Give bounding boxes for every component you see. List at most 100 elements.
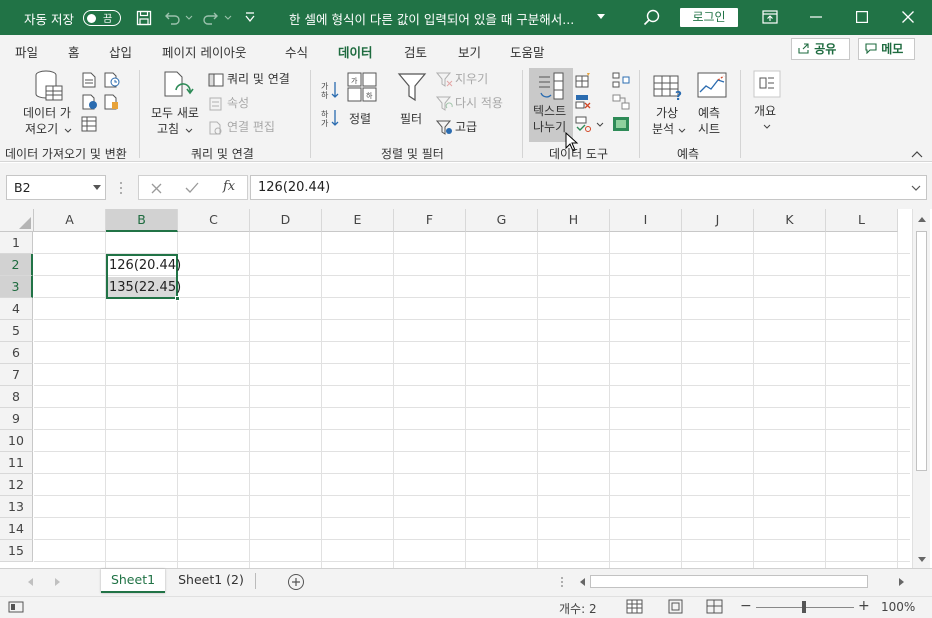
sheet-tab-sheet1[interactable]: Sheet1 <box>101 569 165 593</box>
row-header-3[interactable]: 3 <box>0 276 33 298</box>
what-if-analysis-button[interactable]: ? 가상 분석 <box>648 70 690 140</box>
tab-data[interactable]: 데이터 <box>338 42 373 67</box>
page-break-view-icon[interactable] <box>706 599 724 615</box>
cancel-icon[interactable] <box>151 183 162 194</box>
sheet-tab-sheet1-2[interactable]: Sheet1 (2) <box>172 569 250 593</box>
column-header-i[interactable]: I <box>610 209 682 232</box>
tab-home[interactable]: 홈 <box>68 42 80 61</box>
row-header-10[interactable]: 10 <box>0 430 33 452</box>
scroll-right-icon[interactable] <box>898 577 906 587</box>
sort-z-to-a-icon[interactable]: 하가 <box>320 108 340 128</box>
data-validation-icon[interactable] <box>575 116 591 132</box>
column-header-d[interactable]: D <box>250 209 322 232</box>
select-all-button[interactable] <box>0 209 34 232</box>
row-header-13[interactable]: 13 <box>0 496 33 518</box>
row-header-11[interactable]: 11 <box>0 452 33 474</box>
relationships-icon[interactable] <box>612 94 630 110</box>
sort-a-to-z-icon[interactable]: 가하 <box>320 80 340 100</box>
row-header-2[interactable]: 2 <box>0 254 33 276</box>
row-header-8[interactable]: 8 <box>0 386 33 408</box>
column-header-f[interactable]: F <box>394 209 466 232</box>
outline-button[interactable]: 개요 <box>750 70 784 140</box>
name-box[interactable]: B2 <box>6 175 106 200</box>
worksheet-grid[interactable]: ABCDEFGHIJKL 1 2 3 4 5 6 7 8 9 10 11 12 13 14 15 126(2… <box>0 209 932 568</box>
text-to-columns-button[interactable]: 텍스트 나누기 <box>529 68 573 142</box>
data-model-icon[interactable] <box>612 116 630 132</box>
minimize-icon[interactable] <box>810 16 822 18</box>
column-header-g[interactable]: G <box>466 209 538 232</box>
column-header-e[interactable]: E <box>322 209 394 232</box>
recent-sources-icon[interactable] <box>104 72 120 88</box>
tab-insert[interactable]: 삽입 <box>109 42 132 61</box>
share-button[interactable]: 공유 <box>791 38 850 60</box>
cell-b3[interactable]: 135(22.45) <box>106 277 181 298</box>
collapse-ribbon-icon[interactable] <box>911 150 923 158</box>
customize-icon[interactable] <box>244 11 256 23</box>
edit-links-button[interactable]: 연결 편집 <box>208 120 288 138</box>
scroll-up-icon[interactable] <box>917 215 927 223</box>
row-header-1[interactable]: 1 <box>0 232 33 254</box>
insert-function-icon[interactable]: fx <box>223 179 235 194</box>
row-header-4[interactable]: 4 <box>0 298 33 320</box>
tab-review[interactable]: 검토 <box>404 42 427 61</box>
memo-button[interactable]: 메모 <box>858 38 915 60</box>
from-table-icon[interactable] <box>81 116 97 132</box>
next-sheet-icon[interactable] <box>54 577 62 587</box>
consolidate-icon[interactable] <box>612 72 630 88</box>
queries-connections-button[interactable]: 쿼리 및 연결 <box>208 72 308 90</box>
properties-button[interactable]: 속성 <box>208 96 268 114</box>
advanced-filter-button[interactable]: 고급 <box>436 120 496 138</box>
add-sheet-icon[interactable] <box>287 573 305 591</box>
row-header-7[interactable]: 7 <box>0 364 33 386</box>
login-button[interactable]: 로그인 <box>680 8 738 27</box>
column-header-k[interactable]: K <box>754 209 826 232</box>
column-header-j[interactable]: J <box>682 209 754 232</box>
search-icon[interactable] <box>643 9 661 27</box>
enter-icon[interactable] <box>185 182 199 194</box>
horizontal-scroll-thumb[interactable] <box>590 575 868 588</box>
tab-page-layout[interactable]: 페이지 레이아웃 <box>162 42 246 61</box>
close-icon[interactable] <box>902 11 914 23</box>
scroll-down-icon[interactable] <box>917 556 927 564</box>
row-header-6[interactable]: 6 <box>0 342 33 364</box>
refresh-all-button[interactable]: 모두 새로 고침 <box>148 70 206 140</box>
from-web-icon[interactable] <box>82 94 98 110</box>
column-header-c[interactable]: C <box>178 209 250 232</box>
forecast-sheet-button[interactable]: 예측 시트 <box>694 70 730 140</box>
sort-button[interactable]: 가하 정렬 <box>344 70 380 130</box>
tab-formulas[interactable]: 수식 <box>285 42 308 61</box>
title-dropdown-icon[interactable] <box>596 13 606 21</box>
get-data-button[interactable]: 데이터 가 져오기 <box>16 70 80 140</box>
autosave-toggle[interactable]: 끔 <box>83 10 121 26</box>
prev-sheet-icon[interactable] <box>26 577 34 587</box>
clear-filter-button[interactable]: 지우기 <box>436 72 506 90</box>
row-header-9[interactable]: 9 <box>0 408 33 430</box>
ribbon-display-icon[interactable] <box>762 10 778 24</box>
zoom-slider-thumb[interactable] <box>802 601 806 613</box>
zoom-out-icon[interactable]: − <box>740 598 752 614</box>
scroll-left-icon[interactable] <box>578 577 586 587</box>
tab-file[interactable]: 파일 <box>15 42 38 61</box>
reapply-button[interactable]: 다시 적용 <box>436 96 516 114</box>
horizontal-scrollbar[interactable] <box>576 574 910 589</box>
flash-fill-icon[interactable] <box>575 72 591 88</box>
from-text-icon[interactable] <box>82 72 96 88</box>
normal-view-icon[interactable] <box>626 599 644 615</box>
row-header-5[interactable]: 5 <box>0 320 33 342</box>
maximize-icon[interactable] <box>856 11 868 23</box>
vertical-scrollbar[interactable] <box>912 209 930 568</box>
macro-record-icon[interactable] <box>8 601 24 613</box>
row-header-12[interactable]: 12 <box>0 474 33 496</box>
remove-duplicates-icon[interactable] <box>575 94 591 110</box>
column-header-b[interactable]: B <box>106 209 178 232</box>
tab-view[interactable]: 보기 <box>458 42 481 61</box>
existing-connections-icon[interactable] <box>104 94 120 110</box>
column-header-h[interactable]: H <box>538 209 610 232</box>
column-header-a[interactable]: A <box>34 209 106 232</box>
tab-split-handle-icon[interactable] <box>560 576 564 588</box>
row-header-14[interactable]: 14 <box>0 518 33 540</box>
cell-b2[interactable]: 126(20.44) <box>106 255 181 276</box>
drag-handle-icon[interactable] <box>119 181 123 195</box>
vertical-scroll-thumb[interactable] <box>916 231 927 471</box>
tab-help[interactable]: 도움말 <box>510 42 545 61</box>
